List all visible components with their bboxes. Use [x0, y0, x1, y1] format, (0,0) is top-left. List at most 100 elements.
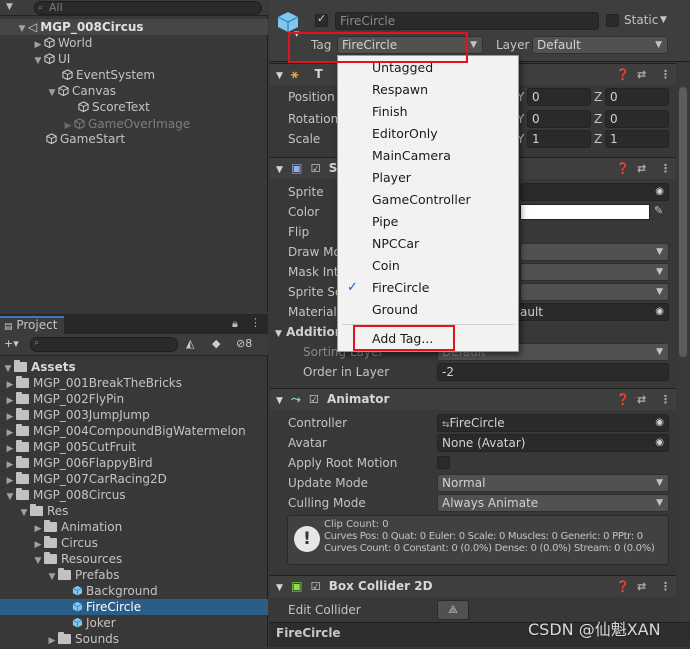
collapse-icon[interactable]: ▼ [276, 583, 283, 593]
preset-icon[interactable]: ⇄ [637, 389, 646, 410]
filter-label-icon[interactable]: ◆ [212, 337, 220, 350]
folder-item[interactable]: ▶ Sounds [46, 631, 119, 647]
object-picker-icon[interactable]: ◉ [655, 415, 664, 431]
folder-item[interactable]: ▼ Resources [32, 551, 122, 567]
create-plus-icon[interactable]: +▾ [4, 337, 19, 350]
collapse-icon[interactable]: ▼ [16, 21, 28, 37]
lock-icon[interactable]: 🔒︎ [232, 317, 238, 331]
menu-dots-icon[interactable]: ⋮ [660, 158, 671, 179]
hierarchy-item-gameoverimage[interactable]: ▶ GameOverImage [62, 116, 191, 132]
hierarchy-item-eventsystem[interactable]: EventSystem [62, 67, 155, 83]
rotation-z-field[interactable]: 0 [605, 110, 669, 128]
tag-menu-item-npccar[interactable]: NPCCar [338, 233, 518, 255]
hierarchy-item-ui[interactable]: ▼ UI [32, 51, 71, 69]
help-icon[interactable]: ❓ [616, 389, 630, 410]
collapse-icon[interactable]: ▼ [32, 553, 44, 569]
sprite-field[interactable]: ◉ [520, 183, 669, 201]
collapse-icon[interactable]: ▼ [18, 505, 30, 521]
help-icon[interactable]: ❓ [616, 64, 630, 85]
assets-root[interactable]: ▼ Assets [2, 359, 76, 375]
menu-dots-icon[interactable]: ⋮ [660, 576, 671, 597]
scene-row[interactable]: ▼ ◁ MGP_008Circus [0, 19, 268, 35]
scrollbar-thumb[interactable] [679, 87, 687, 357]
hierarchy-item-canvas[interactable]: ▼ Canvas [46, 83, 117, 101]
folder-item[interactable]: ▶ MGP_004CompoundBigWatermelon [4, 423, 246, 439]
hierarchy-search-input[interactable]: ⌕ All [34, 1, 262, 15]
menu-dots-icon[interactable]: ⋮ [250, 316, 261, 329]
update-mode-dropdown[interactable]: Normal ▼ [437, 474, 669, 492]
preset-icon[interactable]: ⇄ [637, 64, 646, 85]
enabled-checkbox-icon[interactable]: ☑ [311, 580, 321, 593]
static-checkbox[interactable] [606, 14, 619, 27]
color-swatch[interactable] [520, 204, 650, 220]
mask-interaction-dropdown[interactable]: ▼ [520, 263, 669, 281]
hierarchy-item-scoretext[interactable]: ScoreText [78, 99, 150, 115]
tag-menu-item-editoronly[interactable]: EditorOnly [338, 123, 518, 145]
sprite-sort-point-dropdown[interactable]: ▼ [520, 283, 669, 301]
help-icon[interactable]: ❓ [616, 576, 630, 597]
object-picker-icon[interactable]: ◉ [655, 184, 664, 200]
culling-mode-dropdown[interactable]: Always Animate ▼ [437, 494, 669, 512]
collapse-icon[interactable]: ▼ [46, 85, 58, 101]
filter-type-icon[interactable]: ◭ [186, 337, 194, 350]
object-name-field[interactable]: FireCircle [335, 12, 599, 30]
order-in-layer-field[interactable]: -2 [437, 363, 669, 381]
tab-project[interactable]: ▤ Project [0, 316, 64, 334]
controller-field[interactable]: ⇆FireCircle ◉ [437, 414, 669, 432]
tag-menu-item-pipe[interactable]: Pipe [338, 211, 518, 233]
help-icon[interactable]: ❓ [616, 158, 630, 179]
draw-mode-dropdown[interactable]: ▼ [520, 243, 669, 261]
animator-header[interactable]: ▼ ⤳ ☑ Animator ❓ ⇄ ⋮ [270, 388, 676, 410]
menu-dots-icon[interactable]: ⋮ [660, 64, 671, 85]
tag-menu-item-ground[interactable]: Ground [338, 299, 518, 321]
tag-menu-item-maincamera[interactable]: MainCamera [338, 145, 518, 167]
scale-y-field[interactable]: 1 [527, 130, 591, 148]
enabled-checkbox-icon[interactable]: ☑ [311, 162, 321, 175]
tag-menu-item-player[interactable]: Player [338, 167, 518, 189]
folder-item[interactable]: ▶ MGP_005CutFruit [4, 439, 136, 455]
folder-item[interactable]: ▶ MGP_006FlappyBird [4, 455, 153, 471]
box-collider-header[interactable]: ▼ ▣ ☑ Box Collider 2D ❓ ⇄ ⋮ [270, 575, 676, 597]
folder-item[interactable]: ▶ Animation [32, 519, 122, 535]
tag-menu-item-coin[interactable]: Coin [338, 255, 518, 277]
layer-dropdown[interactable]: Default ▼ [532, 36, 668, 54]
hidden-toggle-icon[interactable]: ⊘8 [236, 337, 252, 350]
tag-menu-item-gamecontroller[interactable]: GameController [338, 189, 518, 211]
scale-z-field[interactable]: 1 [605, 130, 669, 148]
collapse-icon[interactable]: ▼ [275, 329, 282, 339]
folder-item[interactable]: ▼ MGP_008Circus [4, 487, 126, 503]
hierarchy-dropdown-icon[interactable]: ▼ [6, 2, 13, 12]
object-picker-icon[interactable]: ◉ [655, 304, 664, 320]
folder-item[interactable]: ▶ MGP_007CarRacing2D [4, 471, 167, 487]
collapse-icon[interactable]: ▼ [32, 53, 44, 69]
collapse-icon[interactable]: ▼ [46, 569, 58, 585]
folder-item[interactable]: ▶ Circus [32, 535, 98, 551]
tag-menu-item-firecircle[interactable]: ✓ FireCircle [338, 277, 518, 299]
edit-collider-button[interactable]: ⟁ [437, 600, 469, 620]
folder-item[interactable]: ▼ Prefabs [46, 567, 120, 583]
collapse-icon[interactable]: ▼ [276, 71, 283, 81]
collapse-icon[interactable]: ▼ [4, 489, 16, 505]
static-dropdown-icon[interactable]: ▼ [660, 15, 667, 25]
menu-dots-icon[interactable]: ⋮ [660, 389, 671, 410]
collapse-icon[interactable]: ▼ [276, 396, 283, 406]
active-checkbox[interactable] [315, 12, 328, 27]
project-search-input[interactable]: ⌕ [30, 337, 178, 352]
hierarchy-item-world[interactable]: ▶ World [32, 35, 93, 51]
rotation-y-field[interactable]: 0 [527, 110, 591, 128]
tag-menu-item-respawn[interactable]: Respawn [338, 79, 518, 101]
folder-item[interactable]: ▶ MGP_001BreakTheBricks [4, 375, 182, 391]
preset-icon[interactable]: ⇄ [637, 158, 646, 179]
collapse-icon[interactable]: ▼ [276, 165, 283, 175]
folder-item[interactable]: ▼ Res [18, 503, 68, 519]
folder-item[interactable]: ▶ MGP_003JumpJump [4, 407, 150, 423]
prefab-item-selected[interactable]: FireCircle [0, 599, 268, 615]
tag-menu-item-finish[interactable]: Finish [338, 101, 518, 123]
eyedropper-icon[interactable]: ✎ [654, 204, 663, 217]
folder-item[interactable]: ▶ MGP_002FlyPin [4, 391, 124, 407]
inspector-scrollbar[interactable] [678, 63, 688, 622]
enabled-checkbox-icon[interactable]: ☑ [309, 393, 319, 406]
object-picker-icon[interactable]: ◉ [655, 435, 664, 451]
preset-icon[interactable]: ⇄ [637, 576, 646, 597]
position-y-field[interactable]: 0 [527, 88, 591, 106]
